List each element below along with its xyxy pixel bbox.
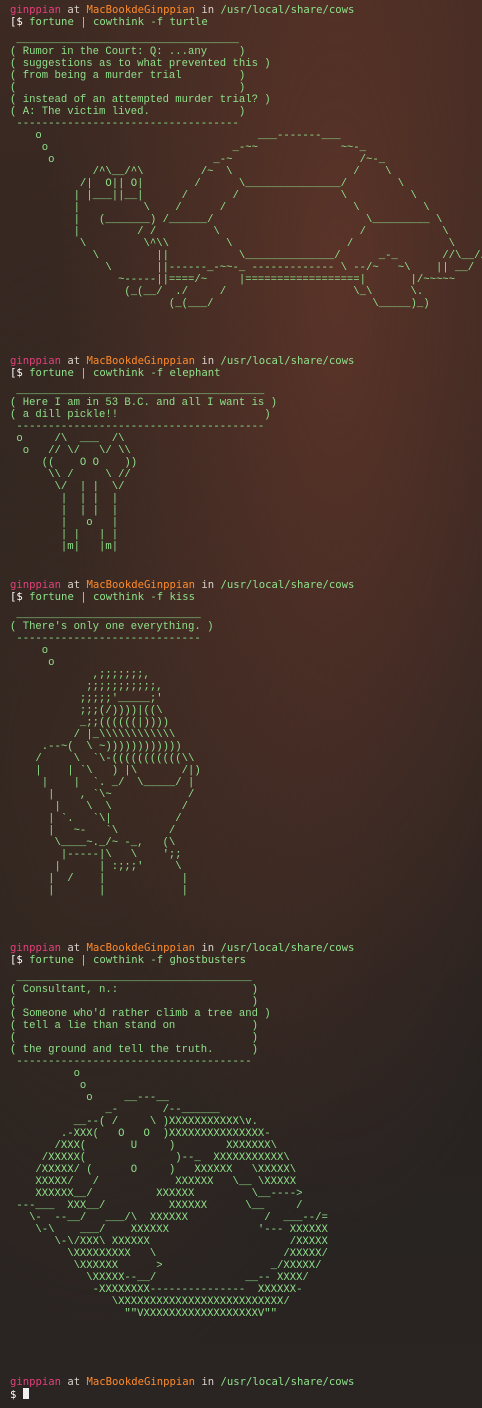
prompt-path: /usr/local/share/cows bbox=[220, 4, 355, 16]
turtle-output: ___________________________________ ( Ru… bbox=[10, 34, 482, 310]
prompt-line: ginppian at MacBookdeGinppian in /usr/lo… bbox=[10, 942, 355, 954]
session-elephant: ginppian at MacBookdeGinppian in /usr/lo… bbox=[10, 355, 354, 553]
command-line: [$ fortune | cowthink -f elephant bbox=[10, 367, 221, 379]
prompt-line: ginppian at MacBookdeGinppian in /usr/lo… bbox=[10, 1376, 355, 1388]
prompt-line: ginppian at MacBookdeGinppian in /usr/lo… bbox=[10, 579, 355, 591]
prompt-host: MacBookdeGinppian bbox=[86, 4, 195, 16]
command-line: [$ fortune | cowthink -f turtle bbox=[10, 16, 208, 28]
prompt-user: ginppian bbox=[10, 4, 62, 16]
prompt-line: ginppian at MacBookdeGinppian in /usr/lo… bbox=[10, 355, 355, 367]
prompt-line: ginppian at MacBookdeGinppian in /usr/lo… bbox=[10, 4, 355, 16]
command-text: fortune | cowthink -f kiss bbox=[29, 591, 195, 603]
command-text: fortune | cowthink -f turtle bbox=[29, 16, 208, 28]
session-kiss: ginppian at MacBookdeGinppian in /usr/lo… bbox=[10, 579, 354, 897]
text-cursor[interactable] bbox=[22, 1388, 29, 1399]
input-line[interactable]: $ bbox=[10, 1388, 354, 1401]
final-prompt[interactable]: ginppian at MacBookdeGinppian in /usr/lo… bbox=[10, 1376, 355, 1401]
command-line: [$ fortune | cowthink -f kiss bbox=[10, 591, 195, 603]
session-turtle: ginppian at MacBookdeGinppian in /usr/lo… bbox=[10, 4, 482, 310]
command-text: fortune | cowthink -f ghostbusters bbox=[29, 954, 247, 966]
ghostbusters-output: _____________________________________ ( … bbox=[10, 972, 328, 1320]
command-line: [$ fortune | cowthink -f ghostbusters bbox=[10, 954, 247, 966]
kiss-output: _____________________________ ( There's … bbox=[10, 609, 214, 897]
elephant-output: _______________________________________ … bbox=[10, 385, 278, 553]
command-text: fortune | cowthink -f elephant bbox=[29, 367, 221, 379]
session-ghostbusters: ginppian at MacBookdeGinppian in /usr/lo… bbox=[10, 942, 354, 1320]
